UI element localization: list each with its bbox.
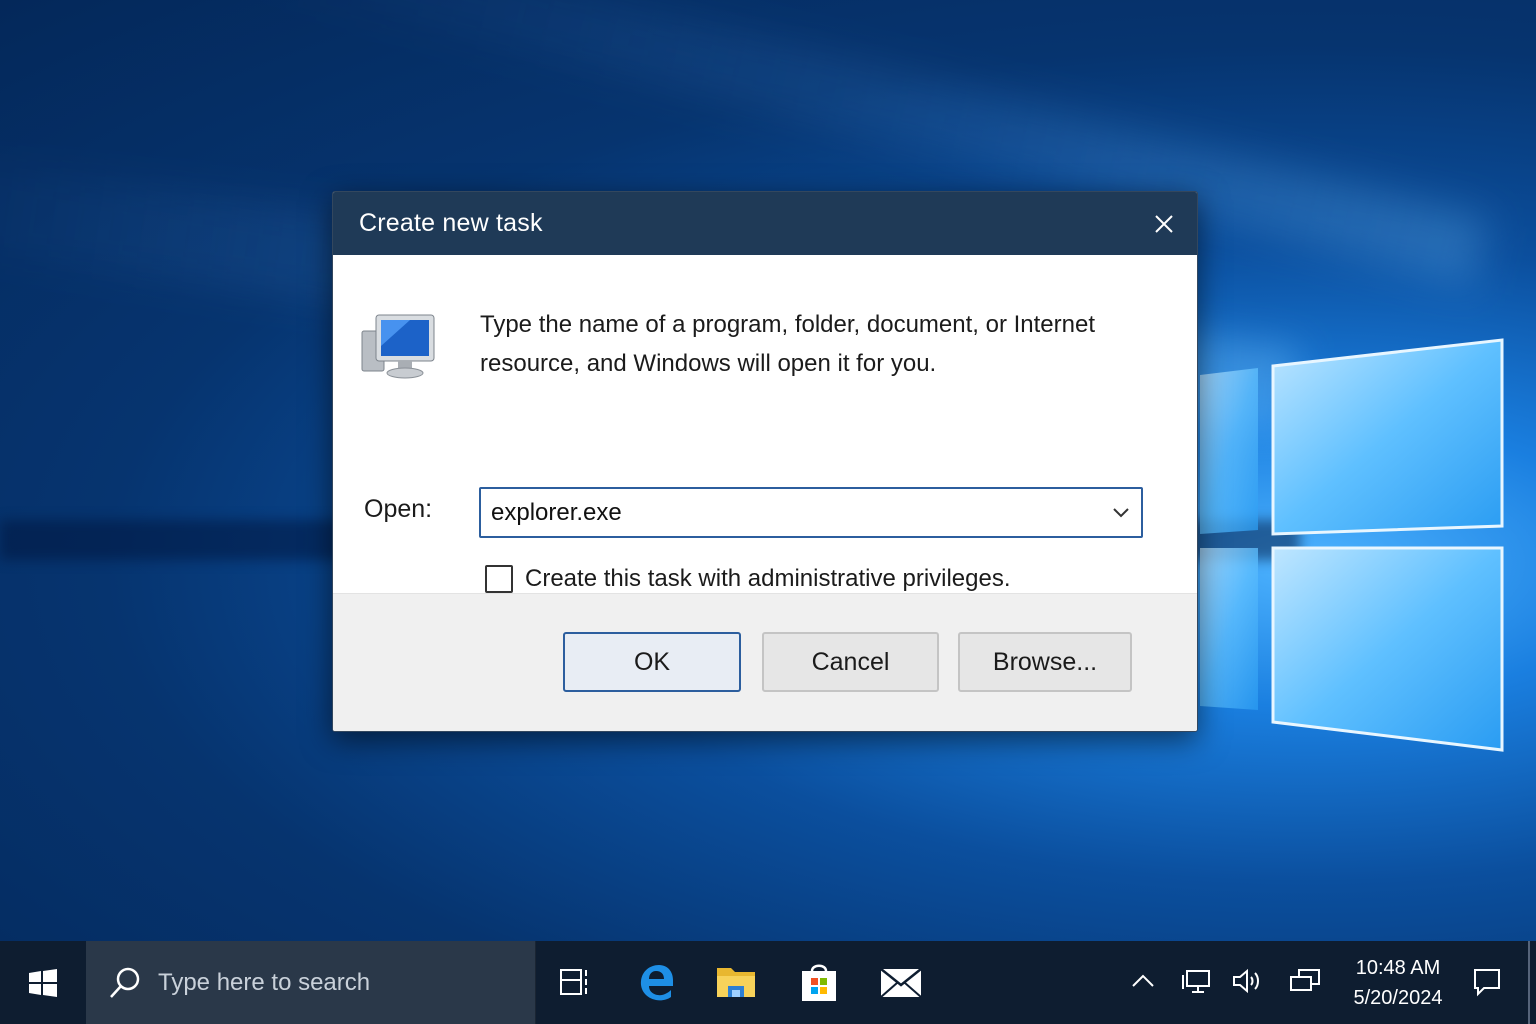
create-new-task-dialog: Create new task Type the name of a progr… — [332, 191, 1198, 732]
mail-icon — [880, 968, 922, 998]
browse-button[interactable]: Browse... — [958, 632, 1132, 692]
cancel-button[interactable]: Cancel — [762, 632, 939, 692]
dialog-description: Type the name of a program, folder, docu… — [480, 311, 1096, 377]
admin-privileges-option[interactable]: Create this task with administrative pri… — [485, 565, 1011, 593]
taskbar-clock[interactable]: 10:48 AM 5/20/2024 — [1340, 953, 1456, 1013]
open-dropdown-button[interactable] — [1101, 489, 1141, 536]
close-icon — [1155, 214, 1173, 233]
notification-icon — [1474, 969, 1500, 997]
search-placeholder: Type here to search — [158, 968, 371, 996]
clock-date: 5/20/2024 — [1353, 987, 1443, 1009]
dialog-footer: OK Cancel Browse... — [333, 593, 1197, 731]
chevron-down-icon — [1113, 507, 1129, 517]
open-combobox[interactable] — [479, 487, 1143, 538]
edge-icon — [640, 965, 673, 1001]
display-icon — [1290, 969, 1320, 991]
open-label: Open: — [364, 495, 433, 523]
show-hidden-icons-button[interactable] — [1125, 963, 1161, 999]
display-button[interactable] — [1287, 963, 1323, 999]
file-explorer-button[interactable] — [713, 959, 759, 1005]
clock-time: 10:48 AM — [1355, 957, 1441, 979]
open-input[interactable] — [481, 489, 1101, 536]
network-button[interactable] — [1178, 963, 1214, 999]
chevron-up-icon — [1132, 974, 1154, 987]
task-view-icon — [560, 969, 587, 995]
dialog-title: Create new task — [359, 209, 543, 237]
ok-button[interactable]: OK — [563, 632, 741, 692]
windows-start-icon — [29, 968, 57, 997]
edge-button[interactable] — [633, 959, 679, 1005]
mail-button[interactable] — [878, 959, 924, 1005]
store-icon — [802, 964, 836, 1001]
start-button[interactable] — [0, 941, 86, 1024]
computer-icon — [361, 314, 435, 379]
search-icon — [110, 967, 140, 998]
admin-privileges-checkbox[interactable] — [485, 565, 513, 593]
volume-button[interactable] — [1229, 963, 1265, 999]
store-button[interactable] — [796, 959, 842, 1005]
admin-privileges-label[interactable]: Create this task with administrative pri… — [525, 565, 1011, 593]
action-center-button[interactable] — [1468, 963, 1506, 1001]
taskbar-search-box[interactable]: Type here to search — [86, 941, 536, 1024]
show-desktop-button[interactable] — [1528, 941, 1530, 1024]
task-view-button[interactable] — [552, 959, 598, 1005]
windows-wallpaper-logo — [1200, 338, 1504, 752]
network-icon — [1182, 970, 1210, 993]
close-button[interactable] — [1149, 209, 1179, 239]
dialog-content: Type the name of a program, folder, docu… — [333, 255, 1197, 593]
file-explorer-icon — [717, 968, 755, 997]
dialog-titlebar: Create new task — [333, 192, 1197, 255]
taskbar: Type here to search 10:48 AM 5/20/2024 — [0, 941, 1536, 1024]
volume-icon — [1233, 968, 1259, 994]
